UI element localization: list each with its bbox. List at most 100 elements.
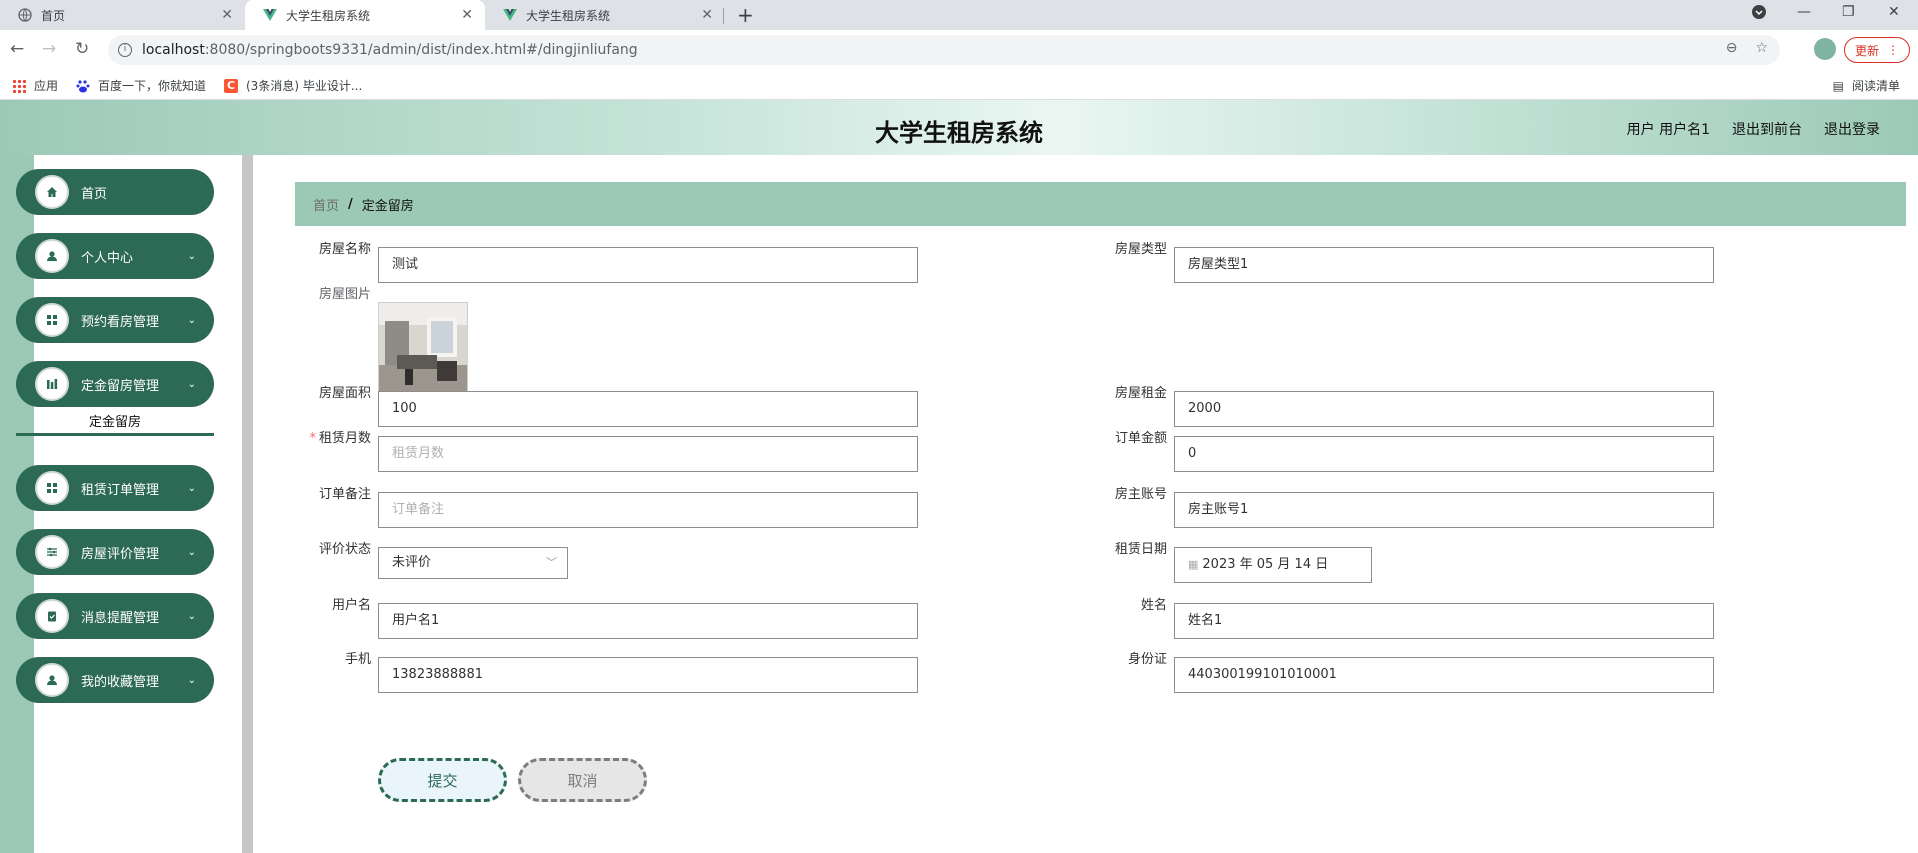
- more-menu-icon: ⋮: [1887, 43, 1899, 57]
- close-tab-icon[interactable]: ✕: [461, 7, 473, 23]
- reading-list-icon: ▤: [1832, 78, 1844, 93]
- close-window-icon[interactable]: ✕: [1888, 4, 1900, 20]
- baidu-icon: [76, 79, 90, 93]
- sidebar-item-personal-center[interactable]: 个人中心 ⌄: [16, 233, 214, 279]
- sidebar-item-deposit-management[interactable]: 定金留房管理 ⌄: [16, 361, 214, 407]
- name-field[interactable]: 姓名1: [1174, 603, 1714, 639]
- cancel-button[interactable]: 取消: [518, 758, 647, 802]
- sidebar-scrollbar[interactable]: [242, 155, 253, 853]
- calendar-icon: ▦: [1188, 558, 1199, 571]
- bookmark-star-icon[interactable]: ☆: [1755, 40, 1768, 56]
- id-card-field[interactable]: 440300199101010001: [1174, 657, 1714, 693]
- rent-months-input[interactable]: 租赁月数: [378, 436, 918, 472]
- sliders-icon: [35, 535, 69, 569]
- sidebar-item-favorites[interactable]: 我的收藏管理 ⌄: [16, 657, 214, 703]
- vue-logo-icon: [503, 8, 517, 22]
- name-label: 姓名: [1140, 598, 1167, 613]
- forward-icon[interactable]: →: [42, 39, 56, 59]
- profile-avatar[interactable]: [1814, 38, 1836, 60]
- minimize-icon[interactable]: —: [1797, 4, 1811, 20]
- browser-tab-active[interactable]: 大学生租房系统 ✕: [245, 0, 485, 30]
- url-path: :8080/springboots9331/admin/dist/index.h…: [204, 42, 638, 58]
- landlord-account-label: 房主账号: [1114, 487, 1167, 502]
- update-button[interactable]: 更新 ⋮: [1844, 37, 1910, 63]
- order-amount-field[interactable]: 0: [1174, 436, 1714, 472]
- grid-icon: [35, 303, 69, 337]
- chart-icon: [35, 367, 69, 401]
- bookmark-apps[interactable]: 应用: [12, 77, 58, 94]
- current-user: 用户 用户名1: [1626, 122, 1710, 138]
- rent-date-label: 租赁日期: [1114, 542, 1167, 557]
- browser-tab[interactable]: 大学生租房系统 ✕: [485, 0, 725, 30]
- bookmark-csdn[interactable]: C (3条消息) 毕业设计...: [224, 77, 362, 94]
- address-bar[interactable]: i localhost:8080/springboots9331/admin/d…: [108, 35, 1780, 65]
- back-to-front-link[interactable]: 退出到前台: [1732, 119, 1802, 139]
- sidebar-item-viewing-appointments[interactable]: 预约看房管理 ⌄: [16, 297, 214, 343]
- rent-months-label-text: 租赁月数: [318, 431, 371, 446]
- review-status-select[interactable]: 未评价 ﹀: [378, 547, 568, 579]
- site-info-icon[interactable]: i: [118, 43, 132, 57]
- house-area-field[interactable]: 100: [378, 391, 918, 427]
- bookmark-label: 应用: [34, 79, 59, 93]
- house-rent-label: 房屋租金: [1114, 386, 1167, 401]
- chevron-down-icon: ⌄: [187, 674, 196, 686]
- chevron-down-icon: ⌄: [187, 482, 196, 494]
- reload-icon[interactable]: ↻: [75, 39, 89, 59]
- breadcrumb: 首页 / 定金留房: [295, 182, 1906, 226]
- order-note-input[interactable]: 订单备注: [378, 492, 918, 528]
- vue-logo-icon: [263, 8, 277, 22]
- chevron-down-icon: ⌄: [187, 546, 196, 558]
- chevron-down-icon: ⌄: [187, 250, 196, 262]
- house-rent-field[interactable]: 2000: [1174, 391, 1714, 427]
- restore-icon[interactable]: ❐: [1842, 4, 1855, 20]
- reading-list[interactable]: ▤ 阅读清单: [1833, 77, 1900, 94]
- username-label: 用户名: [331, 598, 371, 613]
- rent-months-label: * 租赁月数: [281, 427, 371, 446]
- close-tab-icon[interactable]: ✕: [701, 7, 713, 23]
- sidebar-item-label: 房屋评价管理: [81, 546, 160, 562]
- sidebar-item-messages[interactable]: 消息提醒管理 ⌄: [16, 593, 214, 639]
- sidebar-item-label: 首页: [81, 186, 108, 202]
- rent-date-picker[interactable]: ▦ 2023 年 05 月 14 日: [1174, 547, 1372, 583]
- submit-button[interactable]: 提交: [378, 758, 507, 802]
- order-amount-label: 订单金额: [1114, 431, 1167, 446]
- rent-date-value: 2023 年 05 月 14 日: [1202, 557, 1329, 572]
- review-status-value: 未评价: [392, 555, 432, 570]
- bookmark-baidu[interactable]: 百度一下，你就知道: [76, 77, 206, 94]
- phone-field[interactable]: 13823888881: [378, 657, 918, 693]
- browser-tab-bar: 首页 ✕ 大学生租房系统 ✕ 大学生租房系统 ✕ + — ❐ ✕: [0, 0, 1918, 30]
- submenu-item-deposit[interactable]: 定金留房: [16, 410, 214, 436]
- close-tab-icon[interactable]: ✕: [221, 7, 233, 23]
- globe-icon: [18, 8, 32, 22]
- house-name-field[interactable]: 测试: [378, 247, 918, 283]
- house-photo[interactable]: [378, 302, 468, 392]
- back-icon[interactable]: ←: [10, 39, 24, 59]
- house-type-field[interactable]: 房屋类型1: [1174, 247, 1714, 283]
- sidebar: 首页 个人中心 ⌄ 预约看房管理 ⌄ 定金留房管理 ⌄ 定金留房 租赁订单管理 …: [16, 155, 242, 853]
- tab-separator: [723, 8, 724, 24]
- person-icon: [35, 239, 69, 273]
- bookmarks-bar: 应用 百度一下，你就知道 C (3条消息) 毕业设计... ▤ 阅读清单: [0, 70, 1918, 100]
- zoom-icon[interactable]: ⊖: [1726, 40, 1738, 56]
- order-note-label: 订单备注: [318, 487, 371, 502]
- browser-tab-home[interactable]: 首页 ✕: [0, 0, 245, 30]
- grid-icon: [35, 471, 69, 505]
- browser-tab-title: 大学生租房系统: [286, 8, 371, 23]
- username-field[interactable]: 用户名1: [378, 603, 918, 639]
- house-area-label: 房屋面积: [318, 386, 371, 401]
- landlord-account-field[interactable]: 房主账号1: [1174, 492, 1714, 528]
- logout-link[interactable]: 退出登录: [1824, 119, 1880, 139]
- sidebar-item-label: 消息提醒管理: [81, 610, 160, 626]
- tab-search-icon[interactable]: [1751, 4, 1767, 24]
- content-area: 首页 / 定金留房 房屋名称 测试 房屋类型 房屋类型1 房屋图片 房屋面积 1…: [285, 172, 1918, 853]
- app-root: 大学生租房系统 用户 用户名1 退出到前台 退出登录 首页 个人中心 ⌄ 预约看…: [0, 100, 1918, 853]
- bookmark-label: 百度一下，你就知道: [98, 79, 207, 93]
- chevron-down-icon: ⌄: [187, 378, 196, 390]
- new-tab-icon[interactable]: +: [737, 3, 754, 27]
- house-type-label: 房屋类型: [1114, 242, 1167, 257]
- breadcrumb-home[interactable]: 首页: [313, 195, 339, 214]
- apps-icon: [12, 78, 26, 93]
- sidebar-item-lease-orders[interactable]: 租赁订单管理 ⌄: [16, 465, 214, 511]
- sidebar-item-home[interactable]: 首页: [16, 169, 214, 215]
- sidebar-item-house-reviews[interactable]: 房屋评价管理 ⌄: [16, 529, 214, 575]
